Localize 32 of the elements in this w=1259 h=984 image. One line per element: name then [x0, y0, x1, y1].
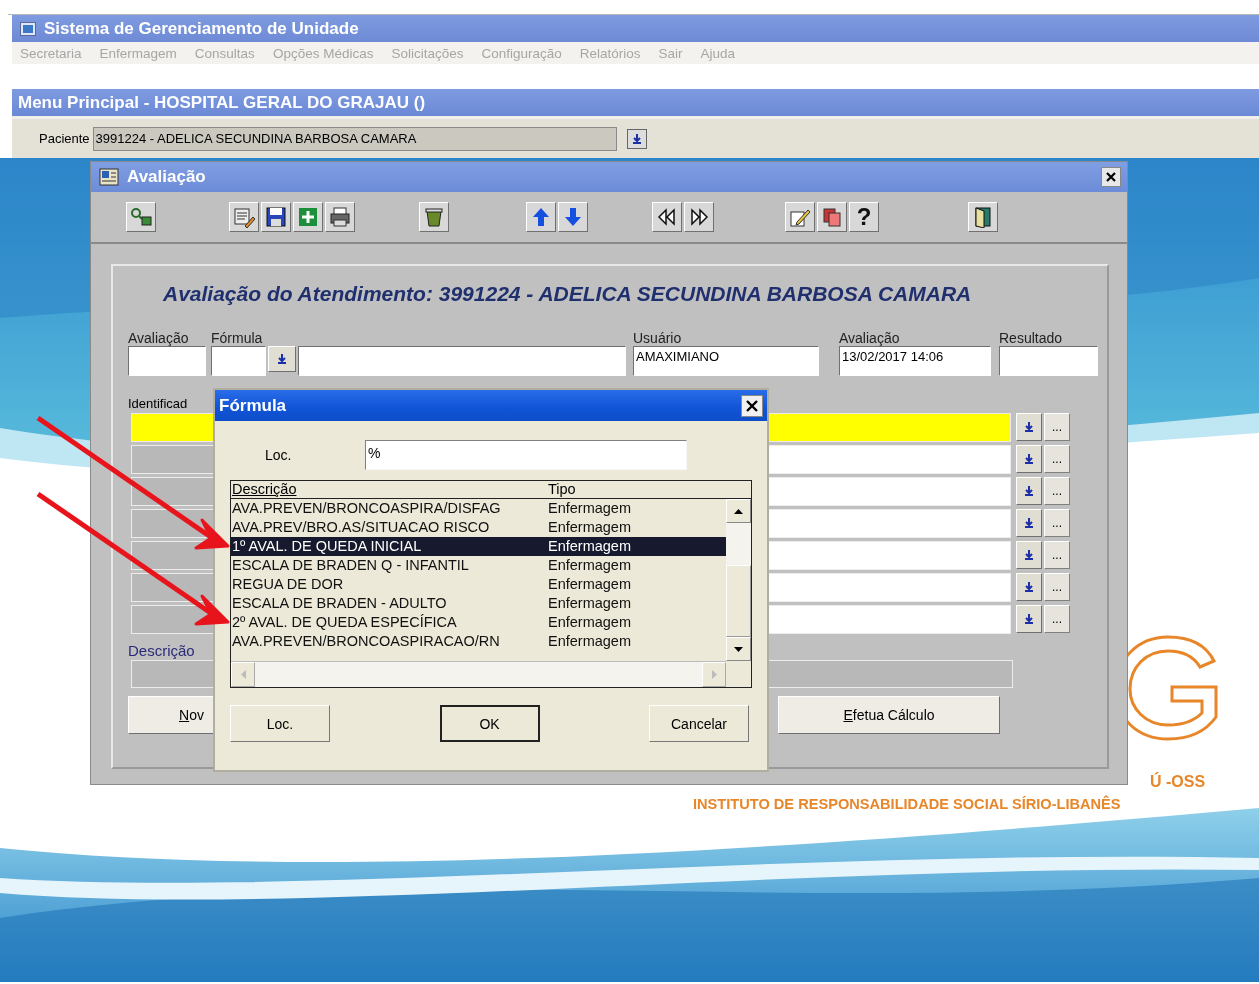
search-label: Loc.: [265, 447, 293, 463]
list-cell: Enfermagem: [548, 613, 631, 632]
dialog-title: Fórmula: [219, 395, 287, 416]
form-heading: Avaliação do Atendimento: 3991224 - ADELICA SECUNDINA BARBOSA CAMARA: [163, 282, 973, 306]
field-label: Resultado: [999, 330, 1064, 346]
field-label: Identificad: [128, 396, 188, 412]
list-cell-text: AVA.PREVEN/BRONCOASPIRACAO/RN: [231, 632, 501, 651]
logo-text: INSTITUTO DE RESPONSABILIDADE SOCIAL SÍRIO-LIBANÊS: [693, 796, 1121, 812]
list-cell: Enfermagem: [548, 537, 631, 556]
field-label: Avaliação: [839, 330, 901, 346]
main-menu-title: Menu Principal - HOSPITAL GERAL DO GRAJAU (): [12, 89, 1259, 116]
list-cell-text: REGUA DE DOR: [231, 575, 345, 594]
window-title: Avaliação: [127, 167, 206, 187]
list-cell-text: AVA.PREVEN/BRONCOASPIRA/DISFAG: [231, 499, 502, 518]
patient-label: Paciente: [39, 131, 90, 146]
app-title: Sistema de Gerenciamento de Unidade: [44, 18, 359, 39]
list-cell: Enfermagem: [548, 499, 631, 518]
field-label: Usuário: [633, 330, 683, 346]
field-label: Fórmula: [211, 330, 264, 346]
logo-text: Ú -OSS: [1150, 773, 1206, 791]
list-cell-text: ESCALA DE BRADEN - ADULTO: [231, 594, 448, 613]
field-label: Descrição: [128, 642, 195, 660]
field-label: Avaliação: [128, 330, 190, 346]
list-cell-text: AVA.PREV/BRO.AS/SITUACAO RISCO: [231, 518, 491, 537]
list-cell-text: ESCALA DE BRADEN Q - INFANTIL: [231, 556, 470, 575]
list-cell: Enfermagem: [548, 556, 631, 575]
list-cell: Enfermagem: [548, 575, 631, 594]
list-cell: Enfermagem: [548, 518, 631, 537]
list-cell: Enfermagem: [548, 632, 631, 651]
list-cell-text: 2º AVAL. DE QUEDA ESPECÍFICA: [231, 613, 458, 632]
list-cell: Enfermagem: [548, 594, 631, 613]
list-cell-text: 1º AVAL. DE QUEDA INICIAL: [231, 537, 423, 556]
